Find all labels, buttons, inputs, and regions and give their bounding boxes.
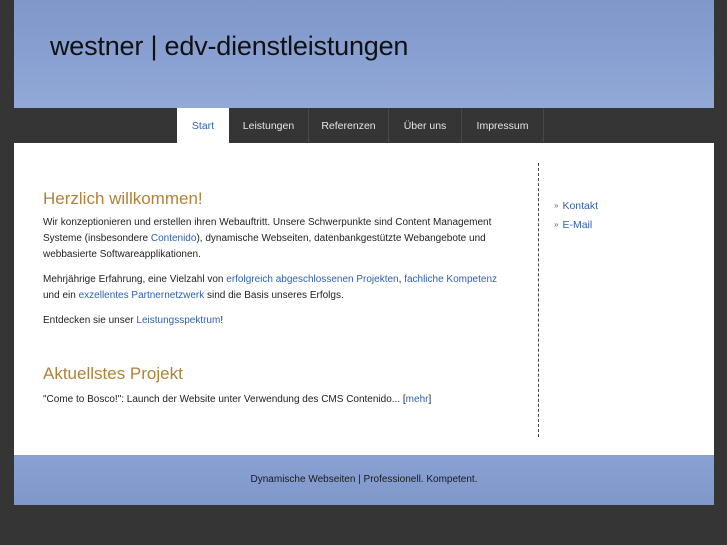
column-divider [538, 163, 539, 437]
experience-paragraph: Mehrjährige Erfahrung, eine Vielzahl von… [43, 272, 503, 304]
experience-text-d: sind die Basis unseres Erfolgs. [204, 290, 344, 301]
nav-item-start[interactable]: Start [177, 108, 229, 143]
latest-project-paragraph: "Come to Bosco!": Launch der Website unt… [43, 392, 503, 408]
main-column: Herzlich willkommen! Wir konzeptionieren… [43, 189, 503, 417]
welcome-heading: Herzlich willkommen! [43, 189, 203, 208]
experience-text-a: Mehrjährige Erfahrung, eine Vielzahl von [43, 274, 227, 285]
sidebar-item-email[interactable]: » E-Mail [554, 215, 598, 234]
latest-project-heading: Aktuellstes Projekt [43, 364, 183, 383]
sidebar-item-label: Kontakt [562, 199, 599, 212]
services-spectrum-link[interactable]: Leistungsspektrum [136, 315, 220, 326]
nav-item-impressum[interactable]: Impressum [462, 108, 544, 143]
partner-network-link[interactable]: exzellentes Partnernetzwerk [79, 290, 205, 301]
contenido-link[interactable]: Contenido [151, 233, 197, 244]
nav-item-leistungen[interactable]: Leistungen [229, 108, 309, 143]
footer-tagline: Dynamische Webseiten | Professionell. Ko… [250, 474, 478, 485]
nav-item-ueber-uns[interactable]: Über uns [389, 108, 462, 143]
discover-text-b: ! [220, 315, 224, 326]
double-chevron-right-icon: » [554, 201, 559, 210]
site-header: westner | edv-dienstleistungen [14, 0, 714, 108]
site-title: westner | edv-dienstleistungen [50, 31, 409, 61]
sidebar-links: » Kontakt » E-Mail [554, 196, 598, 234]
project-text-b: ] [428, 394, 432, 405]
nav-list: Start Leistungen Referenzen Über uns Imp… [177, 108, 544, 143]
site-footer: Dynamische Webseiten | Professionell. Ko… [14, 455, 714, 505]
competence-link[interactable]: fachliche Kompetenz [404, 274, 497, 285]
content-area: Herzlich willkommen! Wir konzeptionieren… [14, 143, 714, 455]
double-chevron-right-icon: » [554, 220, 559, 229]
project-text-a: "Come to Bosco!": Launch der Website unt… [43, 394, 406, 405]
experience-text-c: und ein [43, 290, 79, 301]
intro-paragraph: Wir konzeptionieren und erstellen ihren … [43, 215, 503, 263]
main-navigation: Start Leistungen Referenzen Über uns Imp… [14, 108, 714, 143]
sidebar-item-kontakt[interactable]: » Kontakt [554, 196, 598, 215]
sidebar-item-label: E-Mail [562, 218, 593, 231]
projects-link[interactable]: erfolgreich abgeschlossenen Projekten [226, 274, 398, 285]
discover-paragraph: Entdecken sie unser Leistungsspektrum! [43, 313, 503, 329]
nav-item-referenzen[interactable]: Referenzen [309, 108, 389, 143]
more-link[interactable]: mehr [406, 394, 429, 405]
discover-text-a: Entdecken sie unser [43, 315, 137, 326]
